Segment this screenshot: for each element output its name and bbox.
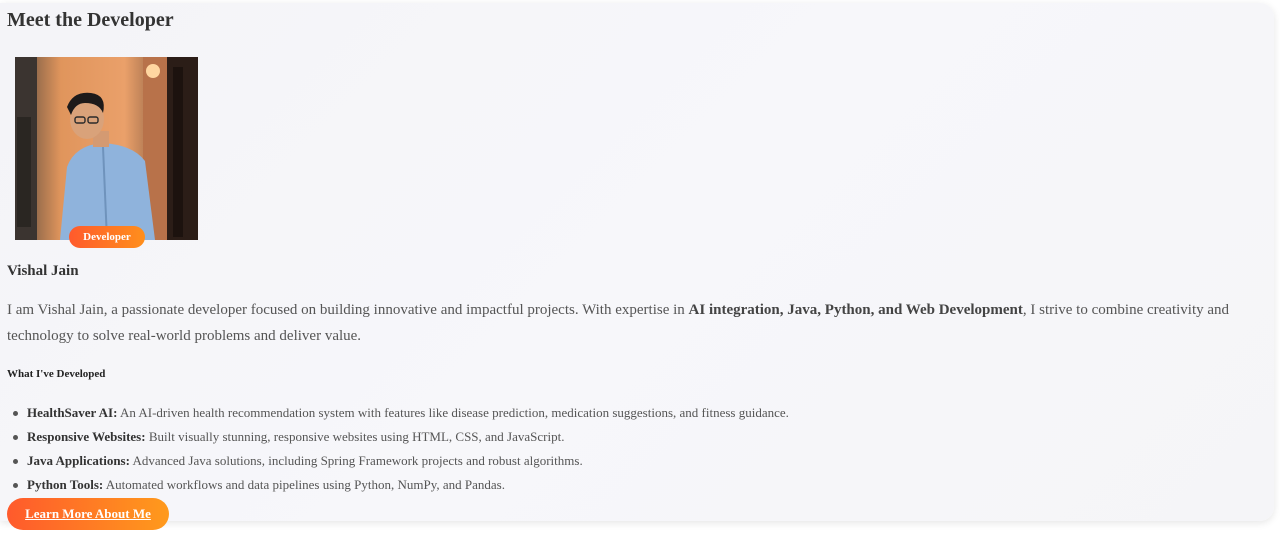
developer-name: Vishal Jain: [7, 263, 79, 279]
bio-intro: I am Vishal Jain, a passionate developer…: [7, 302, 689, 318]
developer-photo: [15, 57, 198, 240]
bio-highlight: AI integration, Java, Python, and Web De…: [688, 302, 1023, 318]
project-description: Built visually stunning, responsive webs…: [145, 429, 565, 444]
developer-card: Meet the Developer Developer Vishal Jain…: [0, 3, 1274, 521]
list-item: Java Applications: Advanced Java solutio…: [13, 449, 789, 473]
list-item: Responsive Websites: Built visually stun…: [13, 425, 789, 449]
role-badge: Developer: [69, 226, 145, 248]
project-name: Java Applications:: [27, 453, 130, 468]
bullet-icon: [13, 483, 18, 488]
section-title: Meet the Developer: [7, 9, 174, 31]
bullet-icon: [13, 435, 18, 440]
bullet-icon: [13, 411, 18, 416]
learn-more-button[interactable]: Learn More About Me: [7, 498, 169, 530]
project-description: An AI-driven health recommendation syste…: [117, 405, 789, 420]
projects-title: What I've Developed: [7, 368, 106, 380]
project-name: Responsive Websites:: [27, 429, 146, 444]
bullet-icon: [13, 459, 18, 464]
project-description: Advanced Java solutions, including Sprin…: [129, 453, 583, 468]
project-name: Python Tools:: [27, 477, 104, 492]
project-description: Automated workflows and data pipelines u…: [103, 477, 505, 492]
developer-photo-container: Developer: [15, 57, 198, 248]
project-name: HealthSaver AI:: [27, 405, 118, 420]
developer-bio: I am Vishal Jain, a passionate developer…: [7, 297, 1275, 349]
projects-list: HealthSaver AI: An AI-driven health reco…: [7, 401, 789, 497]
list-item: Python Tools: Automated workflows and da…: [13, 473, 789, 497]
list-item: HealthSaver AI: An AI-driven health reco…: [13, 401, 789, 425]
